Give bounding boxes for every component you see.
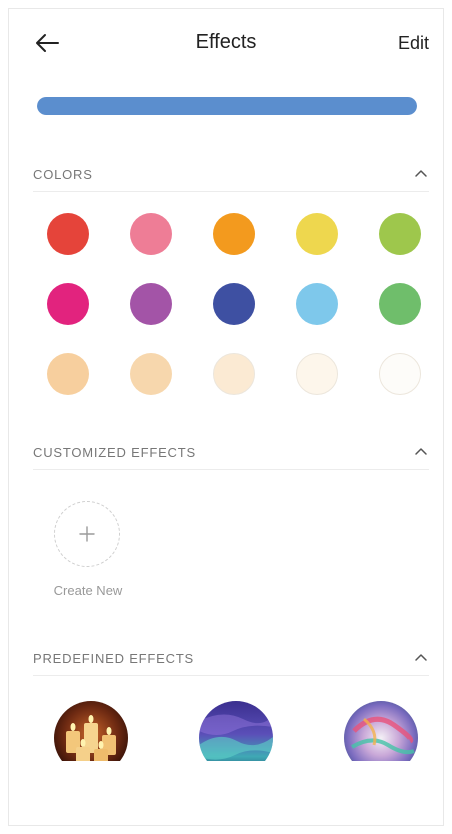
color-swatch[interactable] [296, 353, 338, 395]
color-swatch[interactable] [47, 283, 89, 325]
app-screen: Effects Edit COLORS CUSTOMIZED EFFECTS C… [8, 8, 444, 826]
colors-section-title: COLORS [33, 167, 93, 182]
predefined-section-header: PREDEFINED EFFECTS [33, 645, 429, 676]
predefined-section-title: PREDEFINED EFFECTS [33, 651, 195, 666]
brightness-slider[interactable] [37, 97, 417, 115]
header: Effects Edit [9, 9, 443, 75]
color-swatch[interactable] [47, 353, 89, 395]
effect-aurora[interactable] [199, 701, 273, 761]
create-new-effect-button[interactable] [54, 501, 120, 567]
effect-swirl[interactable] [344, 701, 418, 761]
brightness-slider-fill [37, 97, 417, 115]
candles-thumbnail-icon [54, 701, 128, 761]
color-swatch[interactable] [213, 283, 255, 325]
color-swatch[interactable] [296, 283, 338, 325]
color-swatch[interactable] [130, 213, 172, 255]
plus-icon [79, 526, 95, 542]
color-swatch[interactable] [379, 213, 421, 255]
customized-section-header: CUSTOMIZED EFFECTS [33, 439, 429, 470]
chevron-up-icon[interactable] [413, 649, 429, 665]
color-swatch[interactable] [213, 353, 255, 395]
color-swatch[interactable] [130, 353, 172, 395]
aurora-thumbnail-icon [199, 701, 273, 761]
chevron-up-icon[interactable] [413, 443, 429, 459]
page-title: Effects [195, 31, 257, 53]
color-swatch[interactable] [47, 213, 89, 255]
color-swatch[interactable] [379, 283, 421, 325]
effect-candles[interactable] [54, 701, 128, 761]
create-new-label: Create New [53, 583, 123, 598]
color-swatch[interactable] [130, 283, 172, 325]
colors-section-header: COLORS [33, 161, 429, 192]
swirl-thumbnail-icon [344, 701, 418, 761]
color-swatch[interactable] [296, 213, 338, 255]
predefined-effects-list [9, 699, 443, 761]
color-swatch[interactable] [213, 213, 255, 255]
edit-button[interactable]: Edit [398, 33, 429, 54]
chevron-up-icon[interactable] [413, 165, 429, 181]
customized-section-title: CUSTOMIZED EFFECTS [33, 445, 196, 460]
color-swatch[interactable] [379, 353, 421, 395]
